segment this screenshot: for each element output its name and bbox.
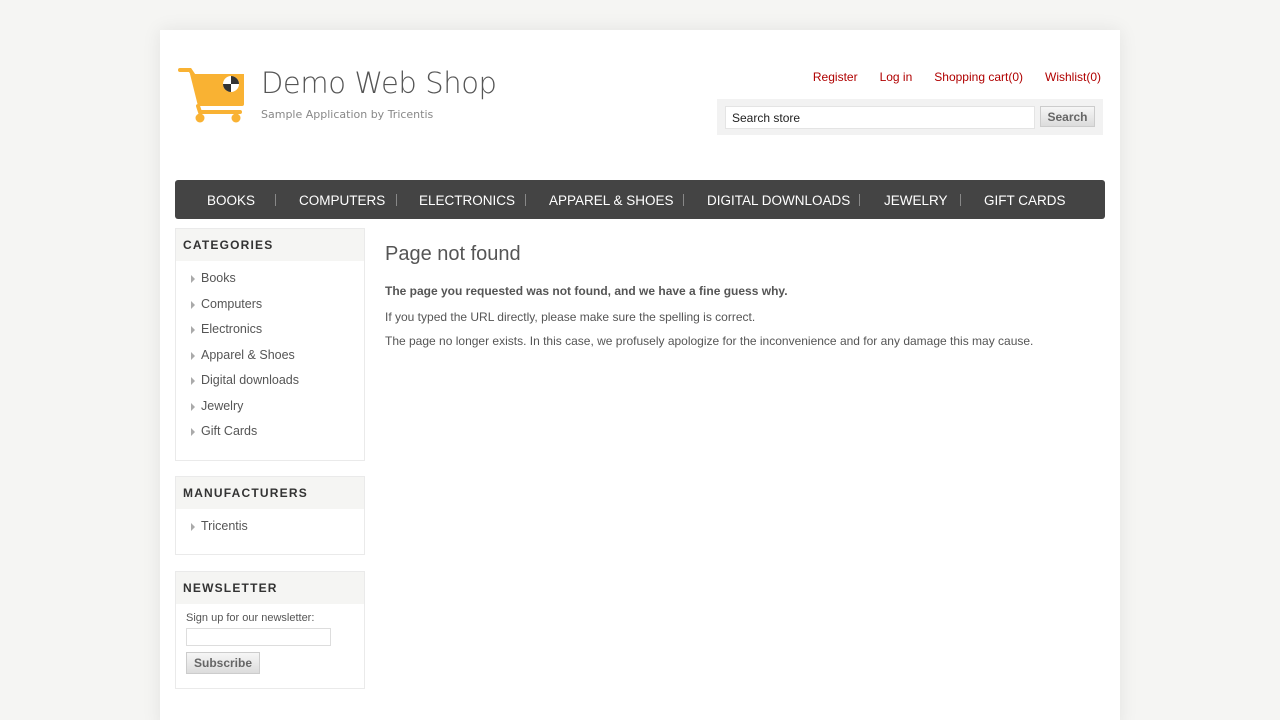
login-link[interactable]: Log in [880, 70, 913, 84]
menu-separator [525, 194, 526, 206]
newsletter-label: Sign up for our newsletter: [186, 612, 315, 624]
arrow-right-icon [191, 326, 195, 334]
category-link[interactable]: Gift Cards [201, 424, 257, 438]
category-link[interactable]: Books [201, 271, 236, 285]
page-container: Demo Web Shop Sample Application by Tric… [160, 30, 1120, 720]
categories-list: Books Computers Electronics Apparel & Sh… [176, 261, 364, 446]
list-item[interactable]: Jewelry [176, 395, 364, 421]
menu-separator [960, 194, 961, 206]
category-link[interactable]: Computers [201, 297, 262, 311]
menu-item-electronics[interactable]: ELECTRONICS [419, 180, 515, 219]
manufacturers-title: MANUFACTURERS [176, 477, 364, 509]
menu-item-apparel-shoes[interactable]: APPAREL & SHOES [549, 180, 674, 219]
logo[interactable]: Demo Web Shop Sample Application by Tric… [178, 64, 497, 126]
logo-subtitle: Sample Application by Tricentis [261, 108, 434, 121]
error-reason-2: The page no longer exists. In this case,… [385, 334, 1034, 348]
newsletter-title: NEWSLETTER [176, 572, 364, 604]
menu-separator [859, 194, 860, 206]
subscribe-button[interactable]: Subscribe [186, 652, 260, 674]
menu-separator [396, 194, 397, 206]
list-item[interactable]: Digital downloads [176, 369, 364, 395]
list-item[interactable]: Computers [176, 293, 364, 319]
wishlist-link[interactable]: Wishlist(0) [1045, 70, 1101, 84]
arrow-right-icon [191, 275, 195, 283]
menu-item-jewelry[interactable]: JEWELRY [884, 180, 948, 219]
menu-item-digital-downloads[interactable]: DIGITAL DOWNLOADS [707, 180, 850, 219]
shopping-cart-icon [178, 68, 244, 123]
list-item[interactable]: Apparel & Shoes [176, 344, 364, 370]
arrow-right-icon [191, 428, 195, 436]
menu-item-computers[interactable]: COMPUTERS [299, 180, 385, 219]
newsletter-block: NEWSLETTER Sign up for our newsletter: S… [175, 571, 365, 689]
manufacturers-list: Tricentis [176, 509, 364, 541]
search-button[interactable]: Search [1040, 106, 1095, 127]
top-menu: BOOKS COMPUTERS ELECTRONICS APPAREL & SH… [175, 180, 1105, 219]
newsletter-email-input[interactable] [186, 628, 331, 646]
page-title: Page not found [385, 243, 521, 265]
header-links: Register Log in Shopping cart(0) Wishlis… [813, 70, 1101, 84]
logo-title: Demo Web Shop [261, 66, 497, 100]
manufacturer-link[interactable]: Tricentis [201, 519, 248, 533]
shopping-cart-link[interactable]: Shopping cart(0) [934, 70, 1023, 84]
manufacturers-block: MANUFACTURERS Tricentis [175, 476, 365, 555]
arrow-right-icon [191, 523, 195, 531]
list-item[interactable]: Electronics [176, 318, 364, 344]
error-reason-1: If you typed the URL directly, please ma… [385, 310, 756, 324]
arrow-right-icon [191, 402, 195, 411]
register-link[interactable]: Register [813, 70, 858, 84]
category-link[interactable]: Jewelry [201, 399, 243, 413]
arrow-right-icon [191, 351, 195, 360]
categories-title: CATEGORIES [176, 229, 364, 261]
menu-item-books[interactable]: BOOKS [207, 180, 255, 219]
search-box: Search [717, 99, 1103, 135]
error-headline: The page you requested was not found, an… [385, 284, 788, 298]
search-input[interactable] [725, 106, 1035, 129]
category-link[interactable]: Digital downloads [201, 373, 299, 387]
categories-block: CATEGORIES Books Computers Electronics A… [175, 228, 365, 461]
list-item[interactable]: Tricentis [176, 515, 364, 541]
list-item[interactable]: Books [176, 267, 364, 293]
menu-separator [683, 194, 684, 206]
menu-separator [275, 194, 276, 206]
arrow-right-icon [191, 377, 195, 385]
category-link[interactable]: Electronics [201, 322, 262, 336]
category-link[interactable]: Apparel & Shoes [201, 348, 295, 362]
list-item[interactable]: Gift Cards [176, 420, 364, 446]
menu-item-gift-cards[interactable]: GIFT CARDS [984, 180, 1066, 219]
arrow-right-icon [191, 300, 195, 309]
